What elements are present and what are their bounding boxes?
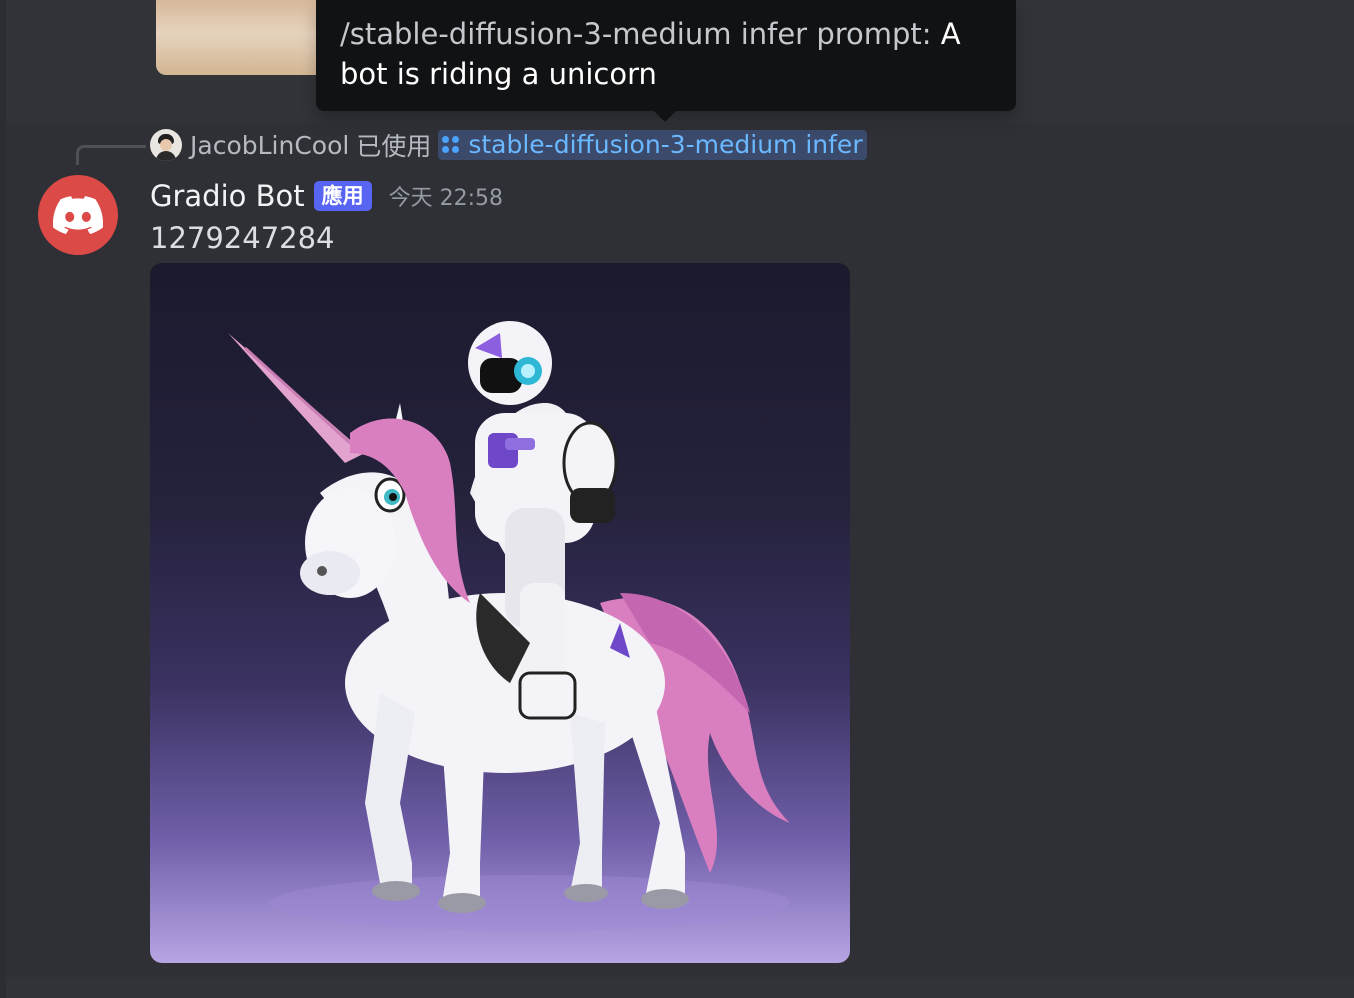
command-reference: JacobLinCool 已使用 stable-diffusion-3-medi…: [150, 128, 867, 162]
tooltip-arrow: [654, 111, 676, 122]
bot-username[interactable]: Gradio Bot: [150, 179, 305, 213]
app-badge: 應用: [313, 181, 372, 211]
message-list-bottom: [6, 977, 1354, 998]
message-header: Gradio Bot 應用 今天 22:58: [150, 176, 503, 216]
robot-unicorn-illustration: [228, 321, 790, 931]
command-tooltip: /stable-diffusion-3-medium infer prompt:…: [316, 0, 1016, 111]
app-command-icon: [442, 136, 460, 154]
command-mention[interactable]: stable-diffusion-3-medium infer: [438, 130, 867, 160]
tooltip-command: /stable-diffusion-3-medium infer prompt:: [340, 17, 941, 51]
user-avatar[interactable]: [150, 129, 182, 161]
discord-chat-view: JacobLinCool 已使用 stable-diffusion-3-medi…: [0, 0, 1354, 998]
discord-logo-icon: [53, 196, 103, 234]
command-name[interactable]: stable-diffusion-3-medium infer: [468, 132, 862, 158]
bot-avatar[interactable]: [38, 175, 118, 255]
generated-image-attachment[interactable]: [150, 263, 850, 963]
reply-spine-connector: [76, 145, 146, 165]
reference-username[interactable]: JacobLinCool: [190, 131, 349, 160]
message-timestamp[interactable]: 今天 22:58: [389, 180, 503, 212]
message-content: 1279247284: [150, 221, 335, 255]
used-label: 已使用: [356, 132, 432, 161]
